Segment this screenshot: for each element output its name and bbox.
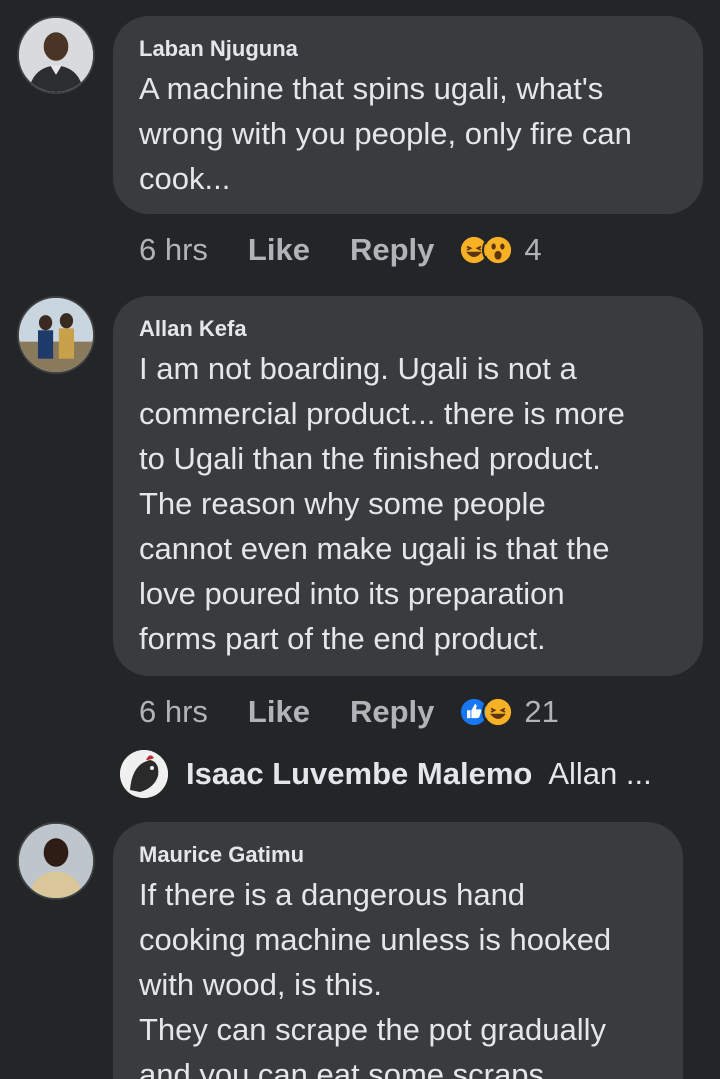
wow-reaction-icon (482, 234, 515, 266)
comment-text-line: with wood, is this. (139, 967, 382, 1002)
comment-text-line: They can scrape the pot gradually (139, 1012, 606, 1047)
comment-text-line: to Ugali than the finished product. (139, 441, 601, 476)
comment-actions: 6 hrs Like Reply (139, 230, 542, 270)
reaction-summary[interactable]: 4 (458, 232, 542, 268)
reply-button[interactable]: Reply (350, 694, 434, 730)
avatar[interactable] (17, 822, 95, 900)
reaction-count: 21 (524, 694, 559, 729)
reaction-count: 4 (524, 232, 542, 267)
reply-author[interactable]: Isaac Luvembe Malemo (186, 756, 532, 792)
reaction-summary[interactable]: 21 (458, 694, 559, 730)
comment-text-line: forms part of the end product. (139, 621, 546, 656)
comment-text-line: cook... (139, 161, 231, 196)
haha-reaction-icon (482, 696, 515, 728)
comment-bubble: Maurice Gatimu If there is a dangerous h… (113, 822, 683, 1079)
comment-text-line: If there is a dangerous hand (139, 877, 526, 912)
comment-bubble: Allan Kefa I am not boarding. Ugali is n… (113, 296, 703, 676)
like-button[interactable]: Like (248, 232, 310, 268)
reply-preview[interactable]: Isaac Luvembe Malemo Allan ... (120, 748, 652, 800)
reply-snippet: Allan ... (548, 756, 652, 791)
comment-text-line: cooking machine unless is hooked (139, 922, 612, 957)
comment-author[interactable]: Allan Kefa (139, 314, 677, 344)
reply-avatar[interactable] (120, 750, 168, 798)
avatar[interactable] (17, 16, 95, 94)
comment-text-line: wrong with you people, only fire can (139, 116, 632, 151)
comment-text-line: commercial product... there is more (139, 396, 625, 431)
avatar[interactable] (17, 296, 95, 374)
comment-text-line: cannot even make ugali is that the (139, 531, 610, 566)
comment-author[interactable]: Laban Njuguna (139, 34, 677, 64)
reply-button[interactable]: Reply (350, 232, 434, 268)
comment-bubble: Laban Njuguna A machine that spins ugali… (113, 16, 703, 214)
like-button[interactable]: Like (248, 694, 310, 730)
comments-feed: Laban Njuguna A machine that spins ugali… (0, 0, 720, 1079)
comment-text-line: The reason why some people (139, 486, 546, 521)
comment-author[interactable]: Maurice Gatimu (139, 840, 657, 870)
comment-text-line: I am not boarding. Ugali is not a (139, 351, 577, 386)
comment-text-line: love poured into its preparation (139, 576, 565, 611)
comment-timestamp[interactable]: 6 hrs (139, 232, 208, 268)
comment-text-line: and you can eat some scraps (139, 1057, 544, 1079)
comment-actions: 6 hrs Like Reply (139, 692, 559, 732)
comment-timestamp[interactable]: 6 hrs (139, 694, 208, 730)
comment-text-line: A machine that spins ugali, what's (139, 71, 604, 106)
